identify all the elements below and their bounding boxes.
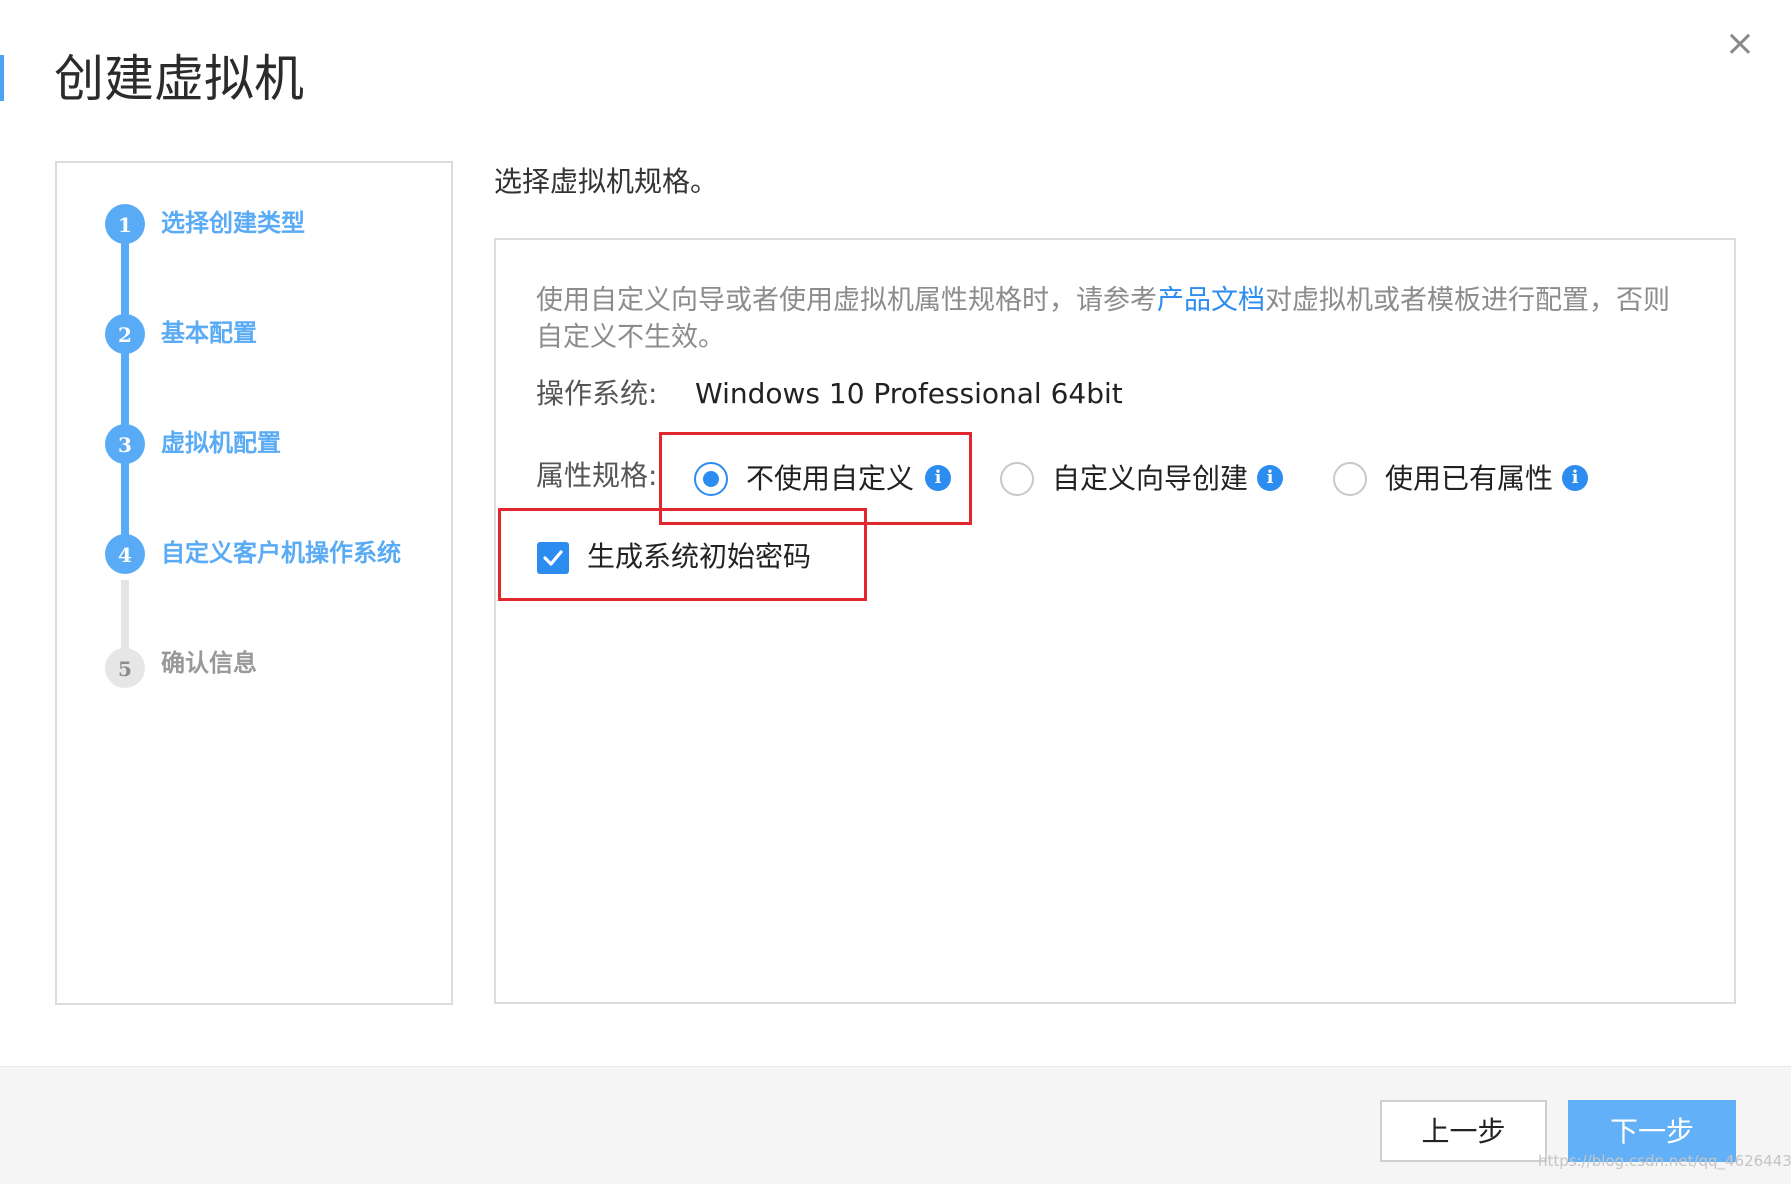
step-5-label: 确认信息 <box>161 649 257 677</box>
notice-text: 使用自定义向导或者使用虚拟机属性规格时，请参考产品文档对虚拟机或者模板进行配置，… <box>536 282 1696 356</box>
step-4-label: 自定义客户机操作系统 <box>161 539 401 567</box>
info-icon[interactable]: i <box>1257 465 1283 491</box>
radio-custom-wizard-label[interactable]: 自定义向导创建 <box>1052 461 1248 497</box>
os-label: 操作系统: <box>536 377 658 410</box>
radio-custom-wizard[interactable] <box>1000 462 1034 496</box>
radio-existing-attributes-label[interactable]: 使用已有属性 <box>1385 461 1553 497</box>
highlight-box-checkbox <box>498 508 867 601</box>
info-icon[interactable]: i <box>1562 465 1588 491</box>
os-value: Windows 10 Professional 64bit <box>695 377 1123 410</box>
step-2-number: 2 <box>105 314 145 354</box>
step-progress-line <box>121 222 129 552</box>
step-3-number: 3 <box>105 424 145 464</box>
radio-existing-attributes[interactable] <box>1333 462 1367 496</box>
previous-step-button[interactable]: 上一步 <box>1380 1100 1547 1162</box>
close-icon[interactable]: × <box>1720 24 1760 64</box>
spec-label: 属性规格: <box>536 459 658 492</box>
step-3-label: 虚拟机配置 <box>161 429 281 457</box>
step-1-label: 选择创建类型 <box>161 209 305 237</box>
watermark: https://blog.csdn.net/qq_46264436 <box>1538 1152 1791 1170</box>
step-4-number: 4 <box>105 534 145 574</box>
dialog-title: 创建虚拟机 <box>54 50 304 108</box>
step-2-label: 基本配置 <box>161 319 257 347</box>
step-1-number: 1 <box>105 204 145 244</box>
steps-panel <box>55 161 453 1005</box>
notice-before: 使用自定义向导或者使用虚拟机属性规格时，请参考 <box>536 285 1157 316</box>
section-title: 选择虚拟机规格。 <box>494 165 719 198</box>
step-5-number: 5 <box>105 648 145 688</box>
product-doc-link[interactable]: 产品文档 <box>1157 285 1265 316</box>
title-accent-bar <box>0 55 4 101</box>
